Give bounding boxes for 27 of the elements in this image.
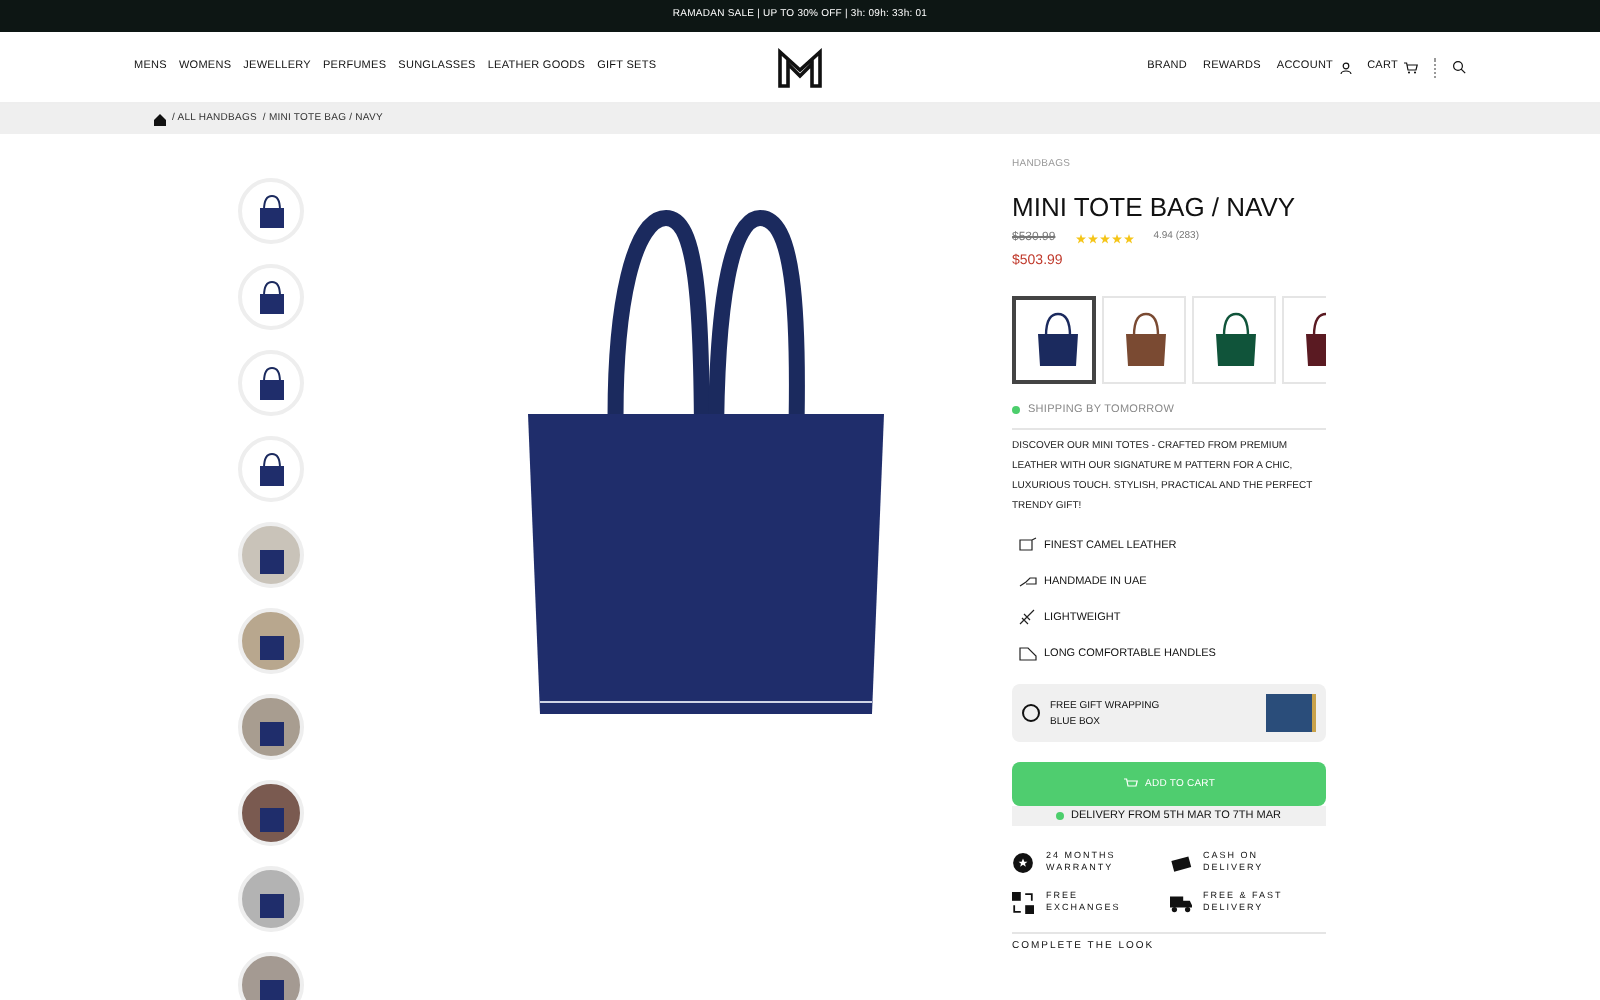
color-swatch[interactable] [1012, 296, 1096, 384]
feature-icon [1018, 644, 1038, 665]
home-icon[interactable] [154, 113, 166, 125]
product-title: MINI TOTE BAG / NAVY [1012, 191, 1298, 223]
thumbnail[interactable] [238, 522, 304, 588]
perk-icon [1169, 851, 1191, 874]
radio-button[interactable] [1022, 704, 1040, 723]
thumbnail[interactable] [238, 866, 304, 932]
thumbnail[interactable] [238, 178, 304, 244]
perk-icon [1169, 891, 1191, 914]
thumbnail[interactable] [238, 436, 304, 502]
cart-icon [1123, 778, 1137, 791]
search-icon[interactable] [1452, 60, 1466, 74]
thumbnail[interactable] [238, 952, 304, 1000]
logo-icon[interactable] [776, 47, 824, 87]
perk-icon [1012, 851, 1034, 874]
thumbnail[interactable] [238, 608, 304, 674]
feature-icon [1018, 536, 1038, 557]
cart-icon [1404, 61, 1418, 73]
user-icon [1339, 61, 1352, 73]
thumbnail[interactable] [238, 694, 304, 760]
thumbnail[interactable] [238, 350, 304, 416]
thumbnail[interactable] [238, 264, 304, 330]
perk-icon [1012, 891, 1034, 914]
thumbnail[interactable] [238, 780, 304, 846]
feature-icon [1018, 608, 1038, 629]
gift-box-photo-placeholder [1266, 694, 1316, 733]
